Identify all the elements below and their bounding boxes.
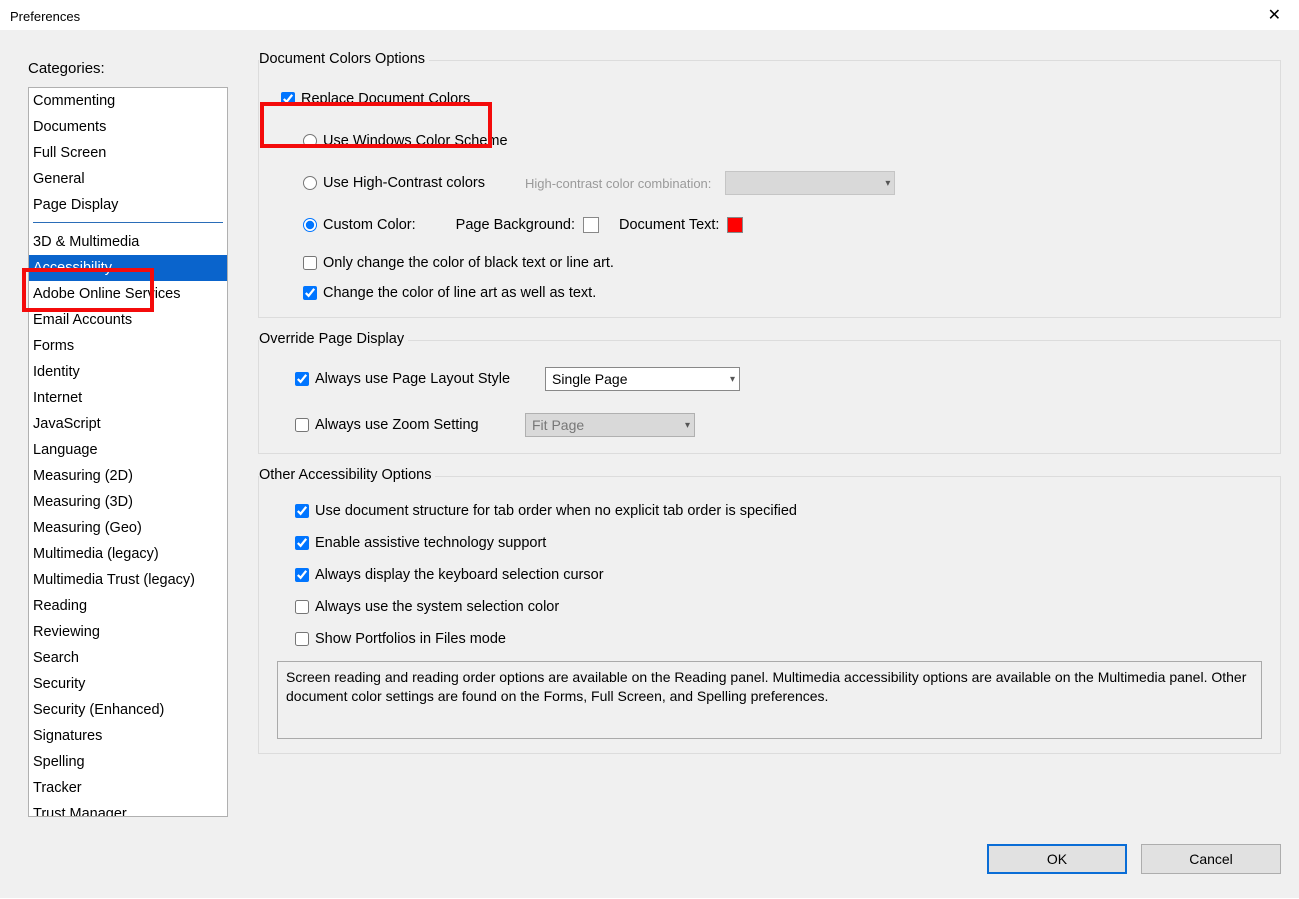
label-assistive-tech: Enable assistive technology support <box>315 535 546 551</box>
checkbox-assistive-tech[interactable] <box>295 536 309 550</box>
category-item[interactable]: Signatures <box>29 723 227 749</box>
category-item[interactable]: Tracker <box>29 775 227 801</box>
category-item[interactable]: Documents <box>29 114 227 140</box>
label-portfolios: Show Portfolios in Files mode <box>315 631 506 647</box>
category-item[interactable]: 3D & Multimedia <box>29 229 227 255</box>
category-item[interactable]: Security (Enhanced) <box>29 697 227 723</box>
category-item[interactable]: Multimedia Trust (legacy) <box>29 567 227 593</box>
label-zoom-setting: Always use Zoom Setting <box>315 417 525 433</box>
row-portfolios: Show Portfolios in Files mode <box>277 631 1262 647</box>
category-item[interactable]: Search <box>29 645 227 671</box>
checkbox-zoom-setting[interactable] <box>295 418 309 432</box>
category-item[interactable]: Full Screen <box>29 140 227 166</box>
row-use-windows-scheme: Use Windows Color Scheme <box>277 133 1262 149</box>
radio-custom-color[interactable] <box>303 218 317 232</box>
label-high-contrast: Use High-Contrast colors <box>323 175 485 191</box>
swatch-page-background[interactable] <box>583 217 599 233</box>
category-item[interactable]: Security <box>29 671 227 697</box>
label-sys-sel-color: Always use the system selection color <box>315 599 559 615</box>
row-replace-colors: Replace Document Colors <box>281 91 1262 107</box>
checkbox-sys-sel-color[interactable] <box>295 600 309 614</box>
ok-button[interactable]: OK <box>987 844 1127 874</box>
dialog-buttons: OK Cancel <box>987 844 1281 874</box>
label-replace-document-colors: Replace Document Colors <box>301 91 470 107</box>
legend-document-colors: Document Colors Options <box>259 51 429 67</box>
category-item[interactable]: Measuring (2D) <box>29 463 227 489</box>
group-document-colors: Document Colors Options Replace Document… <box>258 60 1281 318</box>
checkbox-page-layout-style[interactable] <box>295 372 309 386</box>
label-tab-order: Use document structure for tab order whe… <box>315 503 797 519</box>
checkbox-change-lineart[interactable] <box>303 286 317 300</box>
label-use-windows-scheme: Use Windows Color Scheme <box>323 133 508 149</box>
combo-high-contrast: ▾ <box>725 171 895 195</box>
label-page-background: Page Background: <box>456 217 575 233</box>
radio-high-contrast[interactable] <box>303 176 317 190</box>
category-item[interactable]: Email Accounts <box>29 307 227 333</box>
legend-override: Override Page Display <box>259 331 408 347</box>
window-title: Preferences <box>10 9 80 24</box>
label-custom-color: Custom Color: <box>323 217 416 233</box>
category-separator <box>33 222 223 223</box>
row-use-high-contrast: Use High-Contrast colors High-contrast c… <box>277 171 1262 195</box>
chevron-down-icon: ▾ <box>730 374 735 385</box>
category-item[interactable]: Measuring (Geo) <box>29 515 227 541</box>
combo-zoom-value: Fit Page <box>532 417 584 433</box>
close-icon[interactable]: ✕ <box>1262 8 1287 24</box>
category-item[interactable]: Accessibility <box>29 255 227 281</box>
label-page-layout-style: Always use Page Layout Style <box>315 371 545 387</box>
label-only-black-text: Only change the color of black text or l… <box>323 255 614 271</box>
category-item[interactable]: JavaScript <box>29 411 227 437</box>
checkbox-kb-cursor[interactable] <box>295 568 309 582</box>
category-item[interactable]: Language <box>29 437 227 463</box>
checkbox-portfolios[interactable] <box>295 632 309 646</box>
cancel-button[interactable]: Cancel <box>1141 844 1281 874</box>
combo-page-layout[interactable]: Single Page ▾ <box>545 367 740 391</box>
label-kb-cursor: Always display the keyboard selection cu… <box>315 567 604 583</box>
category-item[interactable]: Internet <box>29 385 227 411</box>
main-area: Categories: CommentingDocumentsFull Scre… <box>0 30 1299 898</box>
category-item[interactable]: Forms <box>29 333 227 359</box>
category-item[interactable]: Reading <box>29 593 227 619</box>
combo-zoom-setting: Fit Page ▾ <box>525 413 695 437</box>
category-item[interactable]: Measuring (3D) <box>29 489 227 515</box>
row-page-layout: Always use Page Layout Style Single Page… <box>277 367 1262 391</box>
label-document-text: Document Text: <box>619 217 719 233</box>
row-only-black: Only change the color of black text or l… <box>277 255 1262 271</box>
combo-page-layout-value: Single Page <box>552 371 628 387</box>
checkbox-replace-document-colors[interactable] <box>281 92 295 106</box>
category-item[interactable]: Page Display <box>29 192 227 218</box>
category-item[interactable]: Commenting <box>29 88 227 114</box>
checkbox-only-black-text[interactable] <box>303 256 317 270</box>
title-bar: Preferences ✕ <box>0 0 1299 30</box>
group-other-accessibility: Other Accessibility Options Use document… <box>258 476 1281 754</box>
info-box-accessibility: Screen reading and reading order options… <box>277 661 1262 739</box>
label-high-contrast-combo: High-contrast color combination: <box>525 176 711 191</box>
row-assistive: Enable assistive technology support <box>277 535 1262 551</box>
row-custom-color: Custom Color: Page Background: Document … <box>277 217 1262 233</box>
categories-label: Categories: <box>28 60 228 77</box>
group-override-page-display: Override Page Display Always use Page La… <box>258 340 1281 454</box>
row-change-lineart: Change the color of line art as well as … <box>277 285 1262 301</box>
category-item[interactable]: Adobe Online Services <box>29 281 227 307</box>
category-item[interactable]: Identity <box>29 359 227 385</box>
row-zoom-setting: Always use Zoom Setting Fit Page ▾ <box>277 413 1262 437</box>
swatch-document-text[interactable] <box>727 217 743 233</box>
chevron-down-icon: ▾ <box>685 420 690 431</box>
checkbox-tab-order[interactable] <box>295 504 309 518</box>
label-change-lineart: Change the color of line art as well as … <box>323 285 596 301</box>
category-item[interactable]: Multimedia (legacy) <box>29 541 227 567</box>
row-sys-sel-color: Always use the system selection color <box>277 599 1262 615</box>
category-item[interactable]: General <box>29 166 227 192</box>
row-kb-cursor: Always display the keyboard selection cu… <box>277 567 1262 583</box>
category-item[interactable]: Spelling <box>29 749 227 775</box>
categories-list[interactable]: CommentingDocumentsFull ScreenGeneralPag… <box>28 87 228 817</box>
chevron-down-icon: ▾ <box>885 178 890 189</box>
legend-other: Other Accessibility Options <box>259 467 435 483</box>
category-item[interactable]: Trust Manager <box>29 801 227 817</box>
row-tab-order: Use document structure for tab order whe… <box>277 503 1262 519</box>
category-item[interactable]: Reviewing <box>29 619 227 645</box>
radio-use-windows-scheme[interactable] <box>303 134 317 148</box>
